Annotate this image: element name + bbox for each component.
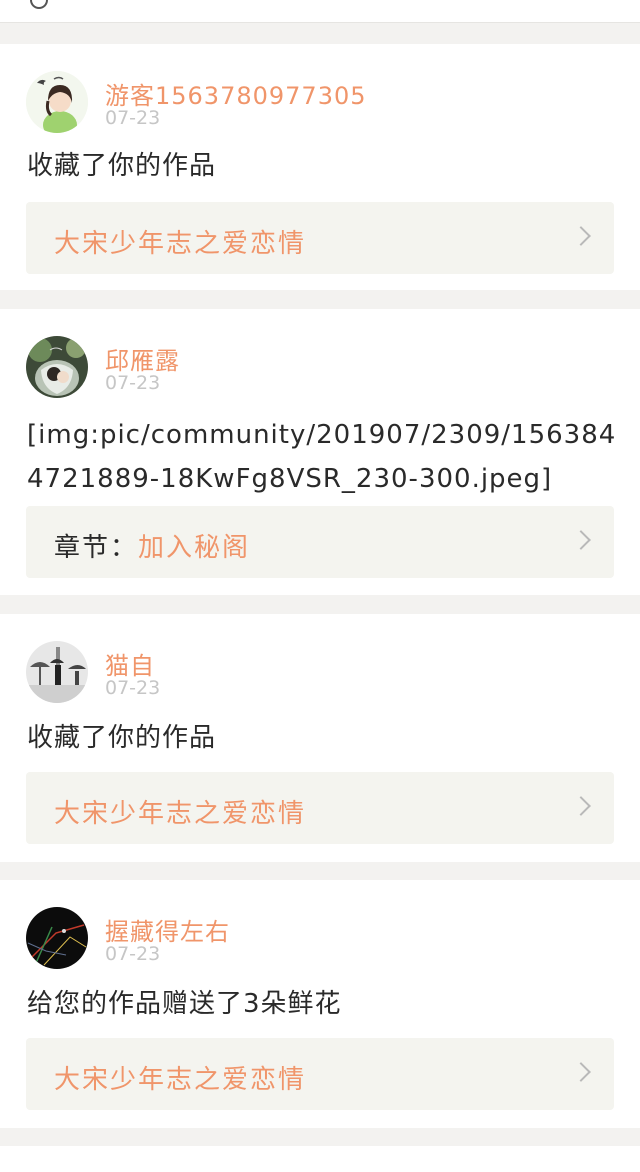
notification-card: 游客1563780977305 07-23 收藏了你的作品 大宋少年志之爱恋情 — [0, 44, 640, 290]
notification-message: [img:pic/community/201907/2309/156384472… — [27, 420, 617, 494]
couple-photo-avatar — [26, 336, 88, 398]
chevron-right-icon — [571, 226, 591, 246]
chevron-right-icon — [571, 1062, 591, 1082]
user-name[interactable]: 游客1563780977305 — [105, 76, 367, 111]
timestamp: 07-23 — [105, 943, 161, 965]
top-nav-bar — [0, 0, 640, 23]
work-title: 大宋少年志之爱恋情 — [54, 1065, 307, 1095]
work-link[interactable]: 大宋少年志之爱恋情 — [26, 772, 614, 844]
timestamp: 07-23 — [105, 372, 161, 394]
girl-with-bird-avatar — [26, 71, 88, 133]
work-title: 大宋少年志之爱恋情 — [54, 799, 307, 829]
back-arrow-icon[interactable] — [30, 0, 48, 9]
user-name[interactable]: 握藏得左右 — [105, 912, 230, 947]
work-title: 大宋少年志之爱恋情 — [54, 229, 307, 259]
chevron-right-icon — [571, 796, 591, 816]
avatar[interactable] — [26, 641, 88, 703]
notification-message: 收藏了你的作品 — [27, 723, 217, 753]
notification-card: 猫自 07-23 收藏了你的作品 大宋少年志之爱恋情 — [0, 614, 640, 862]
avatar[interactable] — [26, 336, 88, 398]
user-name[interactable]: 邱雁露 — [105, 341, 180, 376]
chapter-title: 加入秘阁 — [138, 533, 251, 563]
chapter-link[interactable]: 章节：加入秘阁 — [26, 506, 614, 578]
notification-message: 收藏了你的作品 — [27, 151, 217, 181]
timestamp: 07-23 — [105, 107, 161, 129]
chapter-link-text: 章节：加入秘阁 — [54, 527, 250, 564]
avatar[interactable] — [26, 907, 88, 969]
notification-card: 邱雁露 07-23 [img:pic/community/201907/2309… — [0, 309, 640, 595]
notification-message: 给您的作品赠送了3朵鲜花 — [27, 989, 342, 1019]
notification-card: 握藏得左右 07-23 给您的作品赠送了3朵鲜花 大宋少年志之爱恋情 — [0, 880, 640, 1128]
chevron-right-icon — [571, 530, 591, 550]
dark-abstract-avatar — [26, 907, 88, 969]
user-name[interactable]: 猫自 — [105, 646, 155, 681]
work-link[interactable]: 大宋少年志之爱恋情 — [26, 1038, 614, 1110]
chapter-label: 章节： — [54, 533, 139, 563]
work-link[interactable]: 大宋少年志之爱恋情 — [26, 202, 614, 274]
notification-card-partial — [0, 1146, 640, 1172]
street-umbrella-avatar — [26, 641, 88, 703]
timestamp: 07-23 — [105, 677, 161, 699]
avatar[interactable] — [26, 71, 88, 133]
